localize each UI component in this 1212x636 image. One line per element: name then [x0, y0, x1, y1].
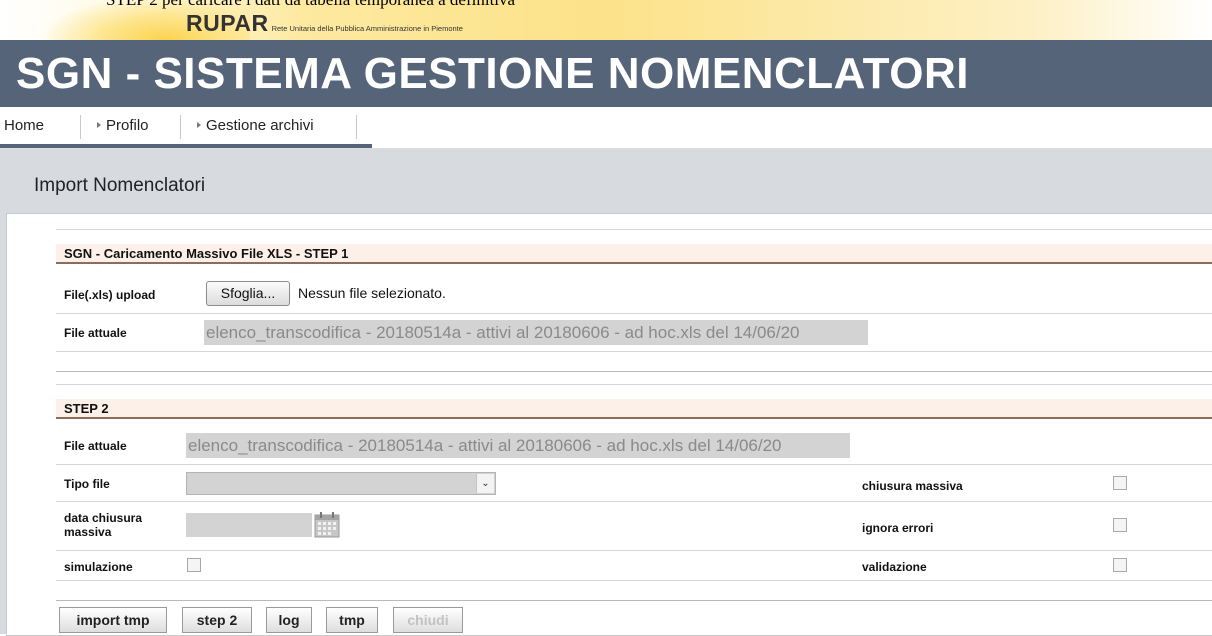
nav-active-underline [0, 144, 372, 148]
current-file-label: File attuale [64, 326, 127, 340]
row-divider [56, 501, 1212, 502]
chevron-down-icon[interactable]: ⌄ [476, 474, 494, 493]
chiusura-massiva-checkbox[interactable] [1113, 476, 1127, 490]
simulazione-checkbox[interactable] [187, 558, 201, 572]
step2-current-file-field: elenco_transcodifica - 20180514a - attiv… [186, 433, 850, 458]
app-title-bar: SGN - SISTEMA GESTIONE NOMENCLATORI [0, 40, 1212, 107]
content-area: Import Nomenclatori [0, 149, 1212, 636]
top-note: STEP 2 per caricare i dati da tabella te… [106, 0, 515, 10]
log-button[interactable]: log [266, 607, 312, 633]
row-divider [56, 313, 1212, 314]
chiudi-button: chiudi [393, 607, 463, 633]
rupar-logo-text: RUPAR [186, 10, 269, 36]
current-file-field: elenco_transcodifica - 20180514a - attiv… [204, 320, 868, 345]
step2-top-line [56, 384, 1212, 385]
caret-right-icon [97, 122, 101, 128]
step2-button[interactable]: step 2 [182, 607, 252, 633]
nav-profilo[interactable]: Profilo [97, 117, 149, 134]
simulazione-label: simulazione [64, 560, 133, 574]
upload-label: File(.xls) upload [64, 288, 156, 302]
row-divider [56, 580, 1212, 581]
nav-separator [180, 115, 181, 139]
nav-gestione-label: Gestione archivi [206, 117, 314, 134]
section-divider [56, 600, 1212, 601]
nav-home[interactable]: Home [4, 117, 44, 134]
validazione-checkbox[interactable] [1113, 558, 1127, 572]
tmp-button[interactable]: tmp [326, 607, 378, 633]
page-title: Import Nomenclatori [34, 175, 206, 196]
data-chiusura-label: data chiusura massiva [64, 511, 143, 539]
ignora-errori-label: ignora errori [862, 521, 934, 535]
step1-top-line [56, 229, 1212, 230]
app-title: SGN - SISTEMA GESTIONE NOMENCLATORI [16, 49, 969, 98]
chiusura-massiva-label: chiusura massiva [862, 479, 963, 493]
import-tmp-button[interactable]: import tmp [59, 607, 167, 633]
browse-button[interactable]: Sfoglia... [206, 281, 290, 306]
main-nav: Home Profilo Gestione archivi [0, 107, 1212, 149]
nav-separator [356, 115, 357, 139]
calendar-icon[interactable] [313, 511, 341, 539]
nav-profilo-label: Profilo [106, 117, 149, 134]
step2-current-file-label: File attuale [64, 439, 127, 453]
validazione-label: validazione [862, 560, 927, 574]
nav-gestione-archivi[interactable]: Gestione archivi [197, 117, 314, 134]
row-divider [56, 351, 1212, 352]
ignora-errori-checkbox[interactable] [1113, 518, 1127, 532]
data-chiusura-input[interactable] [186, 513, 312, 537]
rupar-logo-subtitle: Rete Unitaria della Pubblica Amministraz… [271, 24, 463, 33]
row-divider [56, 464, 1212, 465]
step1-header: SGN - Caricamento Massivo File XLS - STE… [56, 244, 1212, 264]
nav-separator [80, 115, 81, 139]
tipo-file-label: Tipo file [64, 477, 110, 491]
row-divider [56, 550, 1212, 551]
no-file-text: Nessun file selezionato. [298, 285, 446, 301]
caret-right-icon [197, 122, 201, 128]
rupar-logo: RUPAR Rete Unitaria della Pubblica Ammini… [186, 10, 463, 37]
tipo-file-select[interactable]: ⌄ [186, 472, 496, 495]
import-panel [6, 213, 1212, 636]
section-divider [56, 371, 1212, 372]
step2-header: STEP 2 [56, 399, 1212, 419]
